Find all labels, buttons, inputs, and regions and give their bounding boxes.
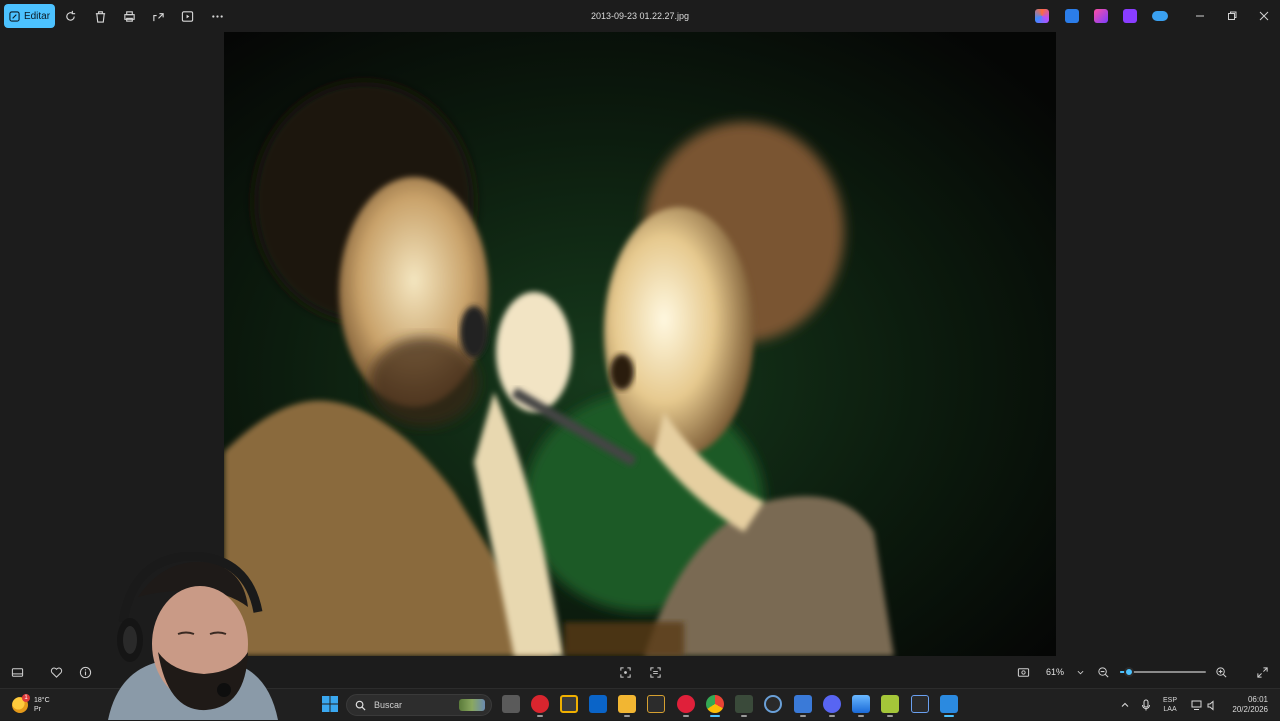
start-button[interactable]	[321, 695, 339, 713]
notification-badge: 1	[22, 694, 30, 702]
weather-temperature: 18°C	[34, 697, 50, 704]
edit-icon	[9, 10, 20, 22]
webcam-person-image	[108, 552, 278, 720]
edit-label: Editar	[23, 10, 51, 22]
zoom-value: 61%	[1046, 667, 1065, 677]
media-player-icon[interactable]	[677, 695, 695, 717]
red-app-icon[interactable]	[531, 695, 549, 717]
text-scan-icon[interactable]	[645, 662, 665, 682]
clipchamp-icon[interactable]	[1094, 9, 1108, 23]
photos-viewer-icon[interactable]	[940, 695, 958, 717]
app-icon-3[interactable]	[764, 695, 782, 713]
weather-sun-icon: 1	[12, 694, 30, 713]
designer-icon[interactable]	[1065, 9, 1079, 23]
chevron-down-icon	[1077, 670, 1084, 674]
zoom-in-icon[interactable]	[1211, 662, 1231, 682]
photo-image	[224, 32, 1056, 656]
clock-date: 20/2/2026	[1232, 705, 1268, 714]
print-icon[interactable]	[119, 6, 139, 26]
filmstrip-icon[interactable]	[7, 662, 27, 682]
search-highlight-icon	[459, 699, 485, 711]
share-icon[interactable]	[148, 6, 168, 26]
title-bar: Editar 2013-09-23 01.22.27.jpg	[0, 0, 1280, 32]
zoom-slider-thumb[interactable]	[1123, 667, 1134, 677]
more-options-icon[interactable]	[207, 6, 227, 26]
volume-icon[interactable]	[1207, 689, 1218, 721]
search-icon	[355, 700, 366, 711]
clock-time: 06:01	[1247, 695, 1268, 704]
search-placeholder: Buscar	[374, 700, 403, 710]
copilot-icon[interactable]	[1035, 9, 1049, 23]
language-indicator[interactable]: ESP LAA	[1163, 689, 1177, 721]
rotate-icon[interactable]	[60, 6, 80, 26]
minimize-button[interactable]	[1190, 6, 1210, 26]
clock[interactable]: 06:01 20/2/2026	[1226, 689, 1268, 721]
zoom-out-icon[interactable]	[1093, 662, 1113, 682]
weather-widget[interactable]: 1 18°C Pr	[12, 693, 50, 717]
actual-size-icon[interactable]	[1013, 662, 1033, 682]
chrome-icon[interactable]	[706, 695, 724, 717]
notepad-icon[interactable]	[794, 695, 812, 717]
windows-logo-icon	[322, 696, 338, 712]
photo-canvas[interactable]	[224, 32, 1056, 656]
video-editor-icon[interactable]	[1123, 9, 1137, 23]
restore-button[interactable]	[1222, 6, 1242, 26]
webcam-overlay	[108, 552, 278, 720]
tray-overflow-icon[interactable]	[1120, 689, 1130, 721]
info-icon[interactable]	[75, 662, 95, 682]
zoom-slider[interactable]	[1120, 667, 1206, 677]
microphone-icon[interactable]	[1141, 689, 1151, 721]
close-button[interactable]	[1254, 6, 1274, 26]
delete-icon[interactable]	[90, 6, 110, 26]
store-icon[interactable]	[560, 695, 578, 713]
language-secondary: LAA	[1163, 706, 1177, 713]
weather-description: Pr	[34, 706, 41, 713]
app-icon-2[interactable]	[735, 695, 753, 717]
language-primary: ESP	[1163, 697, 1178, 704]
photos-icon[interactable]	[852, 695, 870, 717]
android-icon[interactable]	[881, 695, 899, 717]
network-icon[interactable]	[1191, 689, 1203, 721]
app-icon-1[interactable]	[647, 695, 665, 713]
task-view-icon[interactable]	[502, 695, 520, 713]
outlook-icon[interactable]	[589, 695, 607, 713]
favorite-icon[interactable]	[46, 662, 66, 682]
app-icon-4[interactable]	[911, 695, 929, 713]
zoom-dropdown[interactable]: 61%	[1040, 662, 1088, 682]
taskbar-search[interactable]: Buscar	[346, 694, 492, 716]
slideshow-icon[interactable]	[177, 6, 197, 26]
visual-search-icon[interactable]	[615, 662, 635, 682]
file-name: 2013-09-23 01.22.27.jpg	[590, 11, 690, 21]
discord-icon[interactable]	[823, 695, 841, 717]
onedrive-icon[interactable]	[1152, 11, 1168, 21]
fullscreen-icon[interactable]	[1252, 662, 1272, 682]
edit-button[interactable]: Editar	[4, 4, 55, 28]
file-explorer-icon[interactable]	[618, 695, 636, 717]
